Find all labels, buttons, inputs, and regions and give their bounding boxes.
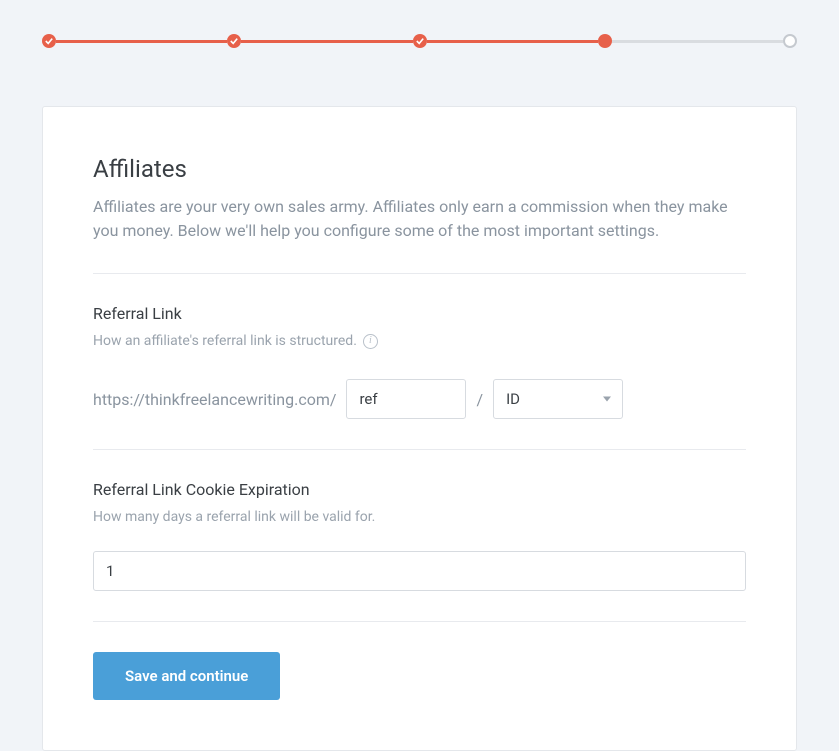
progress-segment xyxy=(612,40,783,43)
check-icon xyxy=(416,37,424,45)
cookie-expiration-hint: How many days a referral link will be va… xyxy=(93,509,375,525)
progress-step-3 xyxy=(413,34,427,48)
cookie-expiration-section: Referral Link Cookie Expiration How many… xyxy=(93,450,746,621)
check-icon xyxy=(45,37,53,45)
id-type-select-wrap: ID xyxy=(493,379,623,419)
progress-stepper xyxy=(0,0,839,48)
page-title: Affiliates xyxy=(93,155,746,183)
progress-step-2 xyxy=(227,34,241,48)
referral-link-builder: https://thinkfreelancewriting.com/ / ID xyxy=(93,379,746,419)
referral-param-input[interactable] xyxy=(346,379,466,419)
settings-card: Affiliates Affiliates are your very own … xyxy=(42,106,797,751)
cookie-days-input[interactable] xyxy=(93,551,746,591)
info-icon[interactable]: i xyxy=(363,334,378,349)
referral-link-section: Referral Link How an affiliate's referra… xyxy=(93,274,746,449)
referral-link-title: Referral Link xyxy=(93,304,746,323)
cookie-expiration-hint-row: How many days a referral link will be va… xyxy=(93,509,746,525)
id-type-select[interactable]: ID xyxy=(493,379,623,419)
progress-step-5 xyxy=(783,34,797,48)
separator-text: / xyxy=(476,390,483,409)
progress-segment xyxy=(56,40,227,43)
progress-step-4-current xyxy=(598,34,612,48)
divider xyxy=(93,621,746,622)
check-icon xyxy=(230,37,238,45)
progress-step-1 xyxy=(42,34,56,48)
progress-segment xyxy=(241,40,412,43)
page-description: Affiliates are your very own sales army.… xyxy=(93,195,746,243)
save-continue-button[interactable]: Save and continue xyxy=(93,652,280,700)
referral-link-hint: How an affiliate's referral link is stru… xyxy=(93,333,357,349)
referral-link-hint-row: How an affiliate's referral link is stru… xyxy=(93,333,746,349)
progress-segment xyxy=(427,40,598,43)
cookie-expiration-title: Referral Link Cookie Expiration xyxy=(93,480,746,499)
base-url-text: https://thinkfreelancewriting.com/ xyxy=(93,390,336,409)
